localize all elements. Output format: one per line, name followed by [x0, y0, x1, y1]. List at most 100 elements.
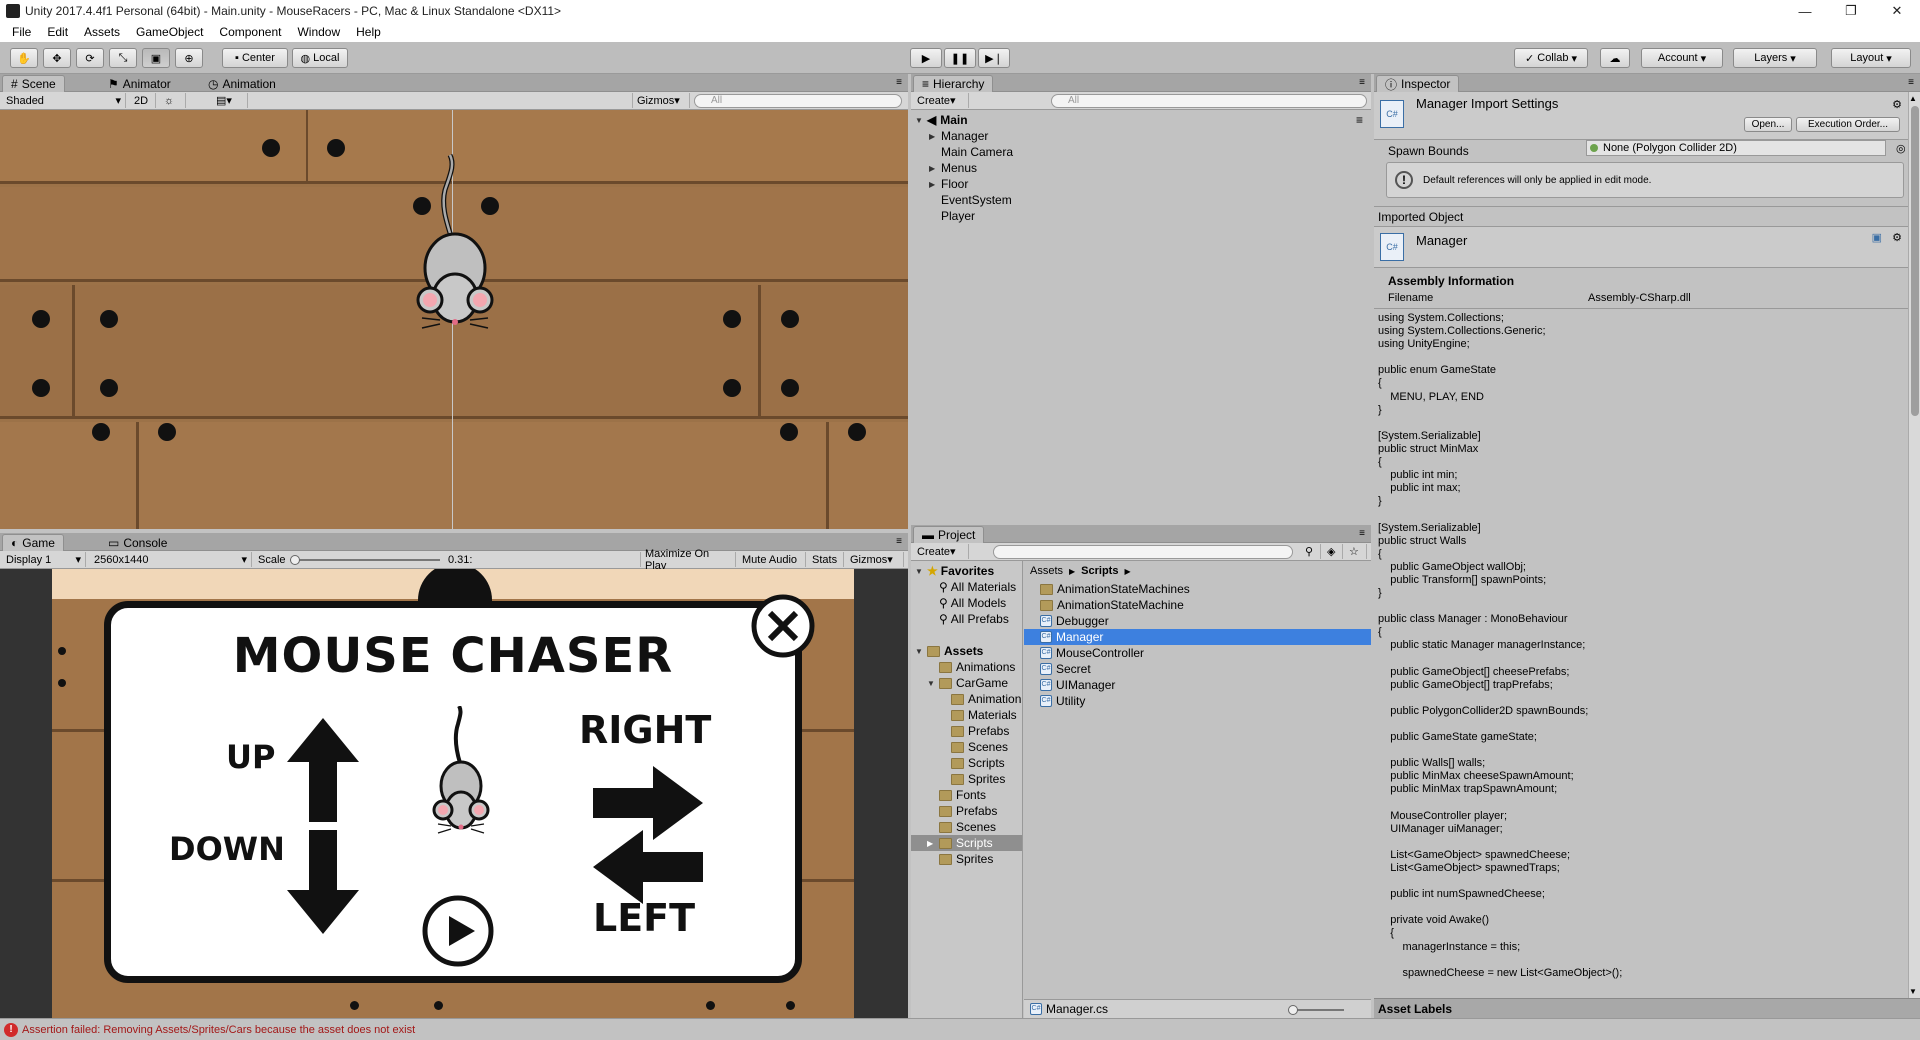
- settings-gear-icon[interactable]: ⚙: [1892, 98, 1902, 111]
- hierarchy-item[interactable]: EventSystem: [911, 192, 1371, 208]
- game-viewport[interactable]: MOUSE CHASER UP DOWN RIGHT LEFT: [0, 569, 908, 1018]
- layout-dropdown[interactable]: Layout ▾: [1831, 48, 1911, 68]
- favorite-star-icon[interactable]: ☆: [1345, 544, 1367, 559]
- panel-menu-icon[interactable]: ≡: [1359, 77, 1365, 88]
- hand-tool-icon[interactable]: ✋: [10, 48, 38, 68]
- panel-menu-icon[interactable]: ≡: [896, 536, 902, 547]
- minimize-button[interactable]: —: [1782, 0, 1828, 22]
- file-item[interactable]: AnimationStateMachines: [1024, 581, 1371, 597]
- file-item[interactable]: C# UIManager: [1024, 677, 1371, 693]
- icon-size-slider[interactable]: [1290, 1009, 1344, 1011]
- maximize-on-play-toggle[interactable]: Maximize On Play: [640, 548, 736, 572]
- folder-item[interactable]: Sprites: [911, 771, 1022, 787]
- folder-item[interactable]: Scenes: [911, 819, 1022, 835]
- scene-viewport[interactable]: [0, 110, 908, 529]
- play-button[interactable]: ▶: [910, 48, 942, 68]
- panel-menu-icon[interactable]: ≡: [896, 77, 902, 88]
- filter-type-icon[interactable]: ⚲: [1301, 544, 1321, 559]
- resolution-dropdown[interactable]: 2560x1440 ▾: [90, 552, 252, 567]
- file-item[interactable]: C# Utility: [1024, 693, 1371, 709]
- project-search-input[interactable]: [993, 545, 1293, 559]
- menu-assets[interactable]: Assets: [76, 25, 128, 39]
- scale-slider[interactable]: [290, 559, 440, 561]
- file-item-selected[interactable]: C# Manager: [1024, 629, 1371, 645]
- close-window-button[interactable]: ✕: [1874, 0, 1920, 22]
- favorites-row[interactable]: ▼ ★ Favorites: [911, 563, 1022, 579]
- tab-game[interactable]: ◐ Game: [2, 534, 64, 551]
- tab-project[interactable]: ▬ Project: [913, 526, 985, 543]
- execution-order-button[interactable]: Execution Order...: [1796, 117, 1900, 132]
- help-book-icon[interactable]: ▣: [1872, 231, 1882, 244]
- menu-component[interactable]: Component: [211, 25, 289, 39]
- panel-menu-icon[interactable]: ≡: [1908, 77, 1914, 88]
- file-item[interactable]: C# Secret: [1024, 661, 1371, 677]
- transform-tool-icon[interactable]: ⊕: [175, 48, 203, 68]
- folder-item-selected[interactable]: ▶ Scripts: [911, 835, 1022, 851]
- file-item[interactable]: C# Debugger: [1024, 613, 1371, 629]
- folder-item[interactable]: Scripts: [911, 755, 1022, 771]
- scale-tool-icon[interactable]: ⤡: [109, 48, 137, 68]
- icon-size-slider-thumb[interactable]: [1288, 1005, 1298, 1015]
- spawn-bounds-field[interactable]: None (Polygon Collider 2D): [1586, 140, 1886, 156]
- file-item[interactable]: AnimationStateMachine: [1024, 597, 1371, 613]
- hierarchy-item[interactable]: Main Camera: [911, 144, 1371, 160]
- status-bar[interactable]: ! Assertion failed: Removing Assets/Spri…: [0, 1018, 1920, 1040]
- open-button[interactable]: Open...: [1744, 117, 1792, 132]
- tab-console[interactable]: ▭ Console: [100, 534, 175, 551]
- asset-labels-bar[interactable]: Asset Labels: [1374, 998, 1920, 1018]
- collab-dropdown[interactable]: ✓ Collab ▾: [1514, 48, 1588, 68]
- folder-item[interactable]: Fonts: [911, 787, 1022, 803]
- hierarchy-item[interactable]: ▶ Menus: [911, 160, 1371, 176]
- assets-root-row[interactable]: ▼ Assets: [911, 643, 1022, 659]
- hierarchy-item[interactable]: ▶ Manager: [911, 128, 1371, 144]
- object-picker-icon[interactable]: ◎: [1896, 142, 1906, 155]
- breadcrumb-item[interactable]: Assets: [1030, 565, 1063, 577]
- menu-file[interactable]: File: [4, 25, 39, 39]
- game-gizmos-dropdown[interactable]: Gizmos ▾: [846, 552, 904, 567]
- close-dialog-button[interactable]: [750, 593, 816, 659]
- tab-animator[interactable]: ⚑ Animator: [100, 75, 179, 92]
- folder-item[interactable]: Prefabs: [911, 803, 1022, 819]
- rect-tool-icon[interactable]: ▣: [142, 48, 170, 68]
- pivot-center-button[interactable]: ▪ Center: [222, 48, 288, 68]
- folder-item[interactable]: ▼ CarGame: [911, 675, 1022, 691]
- hierarchy-search-input[interactable]: All: [1051, 94, 1367, 108]
- favorite-item[interactable]: ⚲ All Materials: [911, 579, 1022, 595]
- favorite-item[interactable]: ⚲ All Models: [911, 595, 1022, 611]
- folder-item[interactable]: Materials: [911, 707, 1022, 723]
- scroll-down-icon[interactable]: ▼: [1909, 987, 1917, 996]
- folder-item[interactable]: Sprites: [911, 851, 1022, 867]
- maximize-button[interactable]: ❐: [1828, 0, 1874, 22]
- folder-item[interactable]: Animations: [911, 659, 1022, 675]
- 2d-toggle[interactable]: 2D: [130, 93, 156, 108]
- pause-button[interactable]: ❚❚: [944, 48, 976, 68]
- pivot-local-button[interactable]: ◍ Local: [292, 48, 348, 68]
- hierarchy-item[interactable]: Player: [911, 208, 1371, 224]
- move-tool-icon[interactable]: ✥: [43, 48, 71, 68]
- play-game-button[interactable]: [421, 894, 495, 968]
- shading-mode-dropdown[interactable]: Shaded ▾: [2, 93, 126, 108]
- stats-toggle[interactable]: Stats: [808, 552, 844, 567]
- gizmos-dropdown[interactable]: Gizmos ▾: [632, 93, 690, 108]
- menu-help[interactable]: Help: [348, 25, 389, 39]
- scrollbar-thumb[interactable]: [1911, 106, 1919, 416]
- folder-item[interactable]: Animation: [911, 691, 1022, 707]
- breadcrumb-item[interactable]: Scripts: [1081, 565, 1118, 577]
- project-create-dropdown[interactable]: Create ▾: [913, 544, 969, 559]
- folder-item[interactable]: Prefabs: [911, 723, 1022, 739]
- layers-dropdown[interactable]: Layers ▾: [1733, 48, 1817, 68]
- menu-gameobject[interactable]: GameObject: [128, 25, 211, 39]
- tab-scene[interactable]: # Scene: [2, 75, 65, 92]
- settings-gear-icon[interactable]: ⚙: [1892, 231, 1902, 244]
- filter-label-icon[interactable]: ◈: [1323, 544, 1343, 559]
- lighting-toggle[interactable]: ☼: [160, 93, 186, 108]
- mute-audio-toggle[interactable]: Mute Audio: [738, 552, 806, 567]
- rotate-tool-icon[interactable]: ⟳: [76, 48, 104, 68]
- account-dropdown[interactable]: Account ▾: [1641, 48, 1723, 68]
- scene-search-input[interactable]: All: [694, 94, 902, 108]
- folder-item[interactable]: Scenes: [911, 739, 1022, 755]
- hierarchy-create-dropdown[interactable]: Create ▾: [913, 93, 969, 108]
- tab-inspector[interactable]: ⓘ Inspector: [1376, 75, 1460, 92]
- file-item[interactable]: C# MouseController: [1024, 645, 1371, 661]
- scene-menu-icon[interactable]: ≡: [1356, 113, 1363, 127]
